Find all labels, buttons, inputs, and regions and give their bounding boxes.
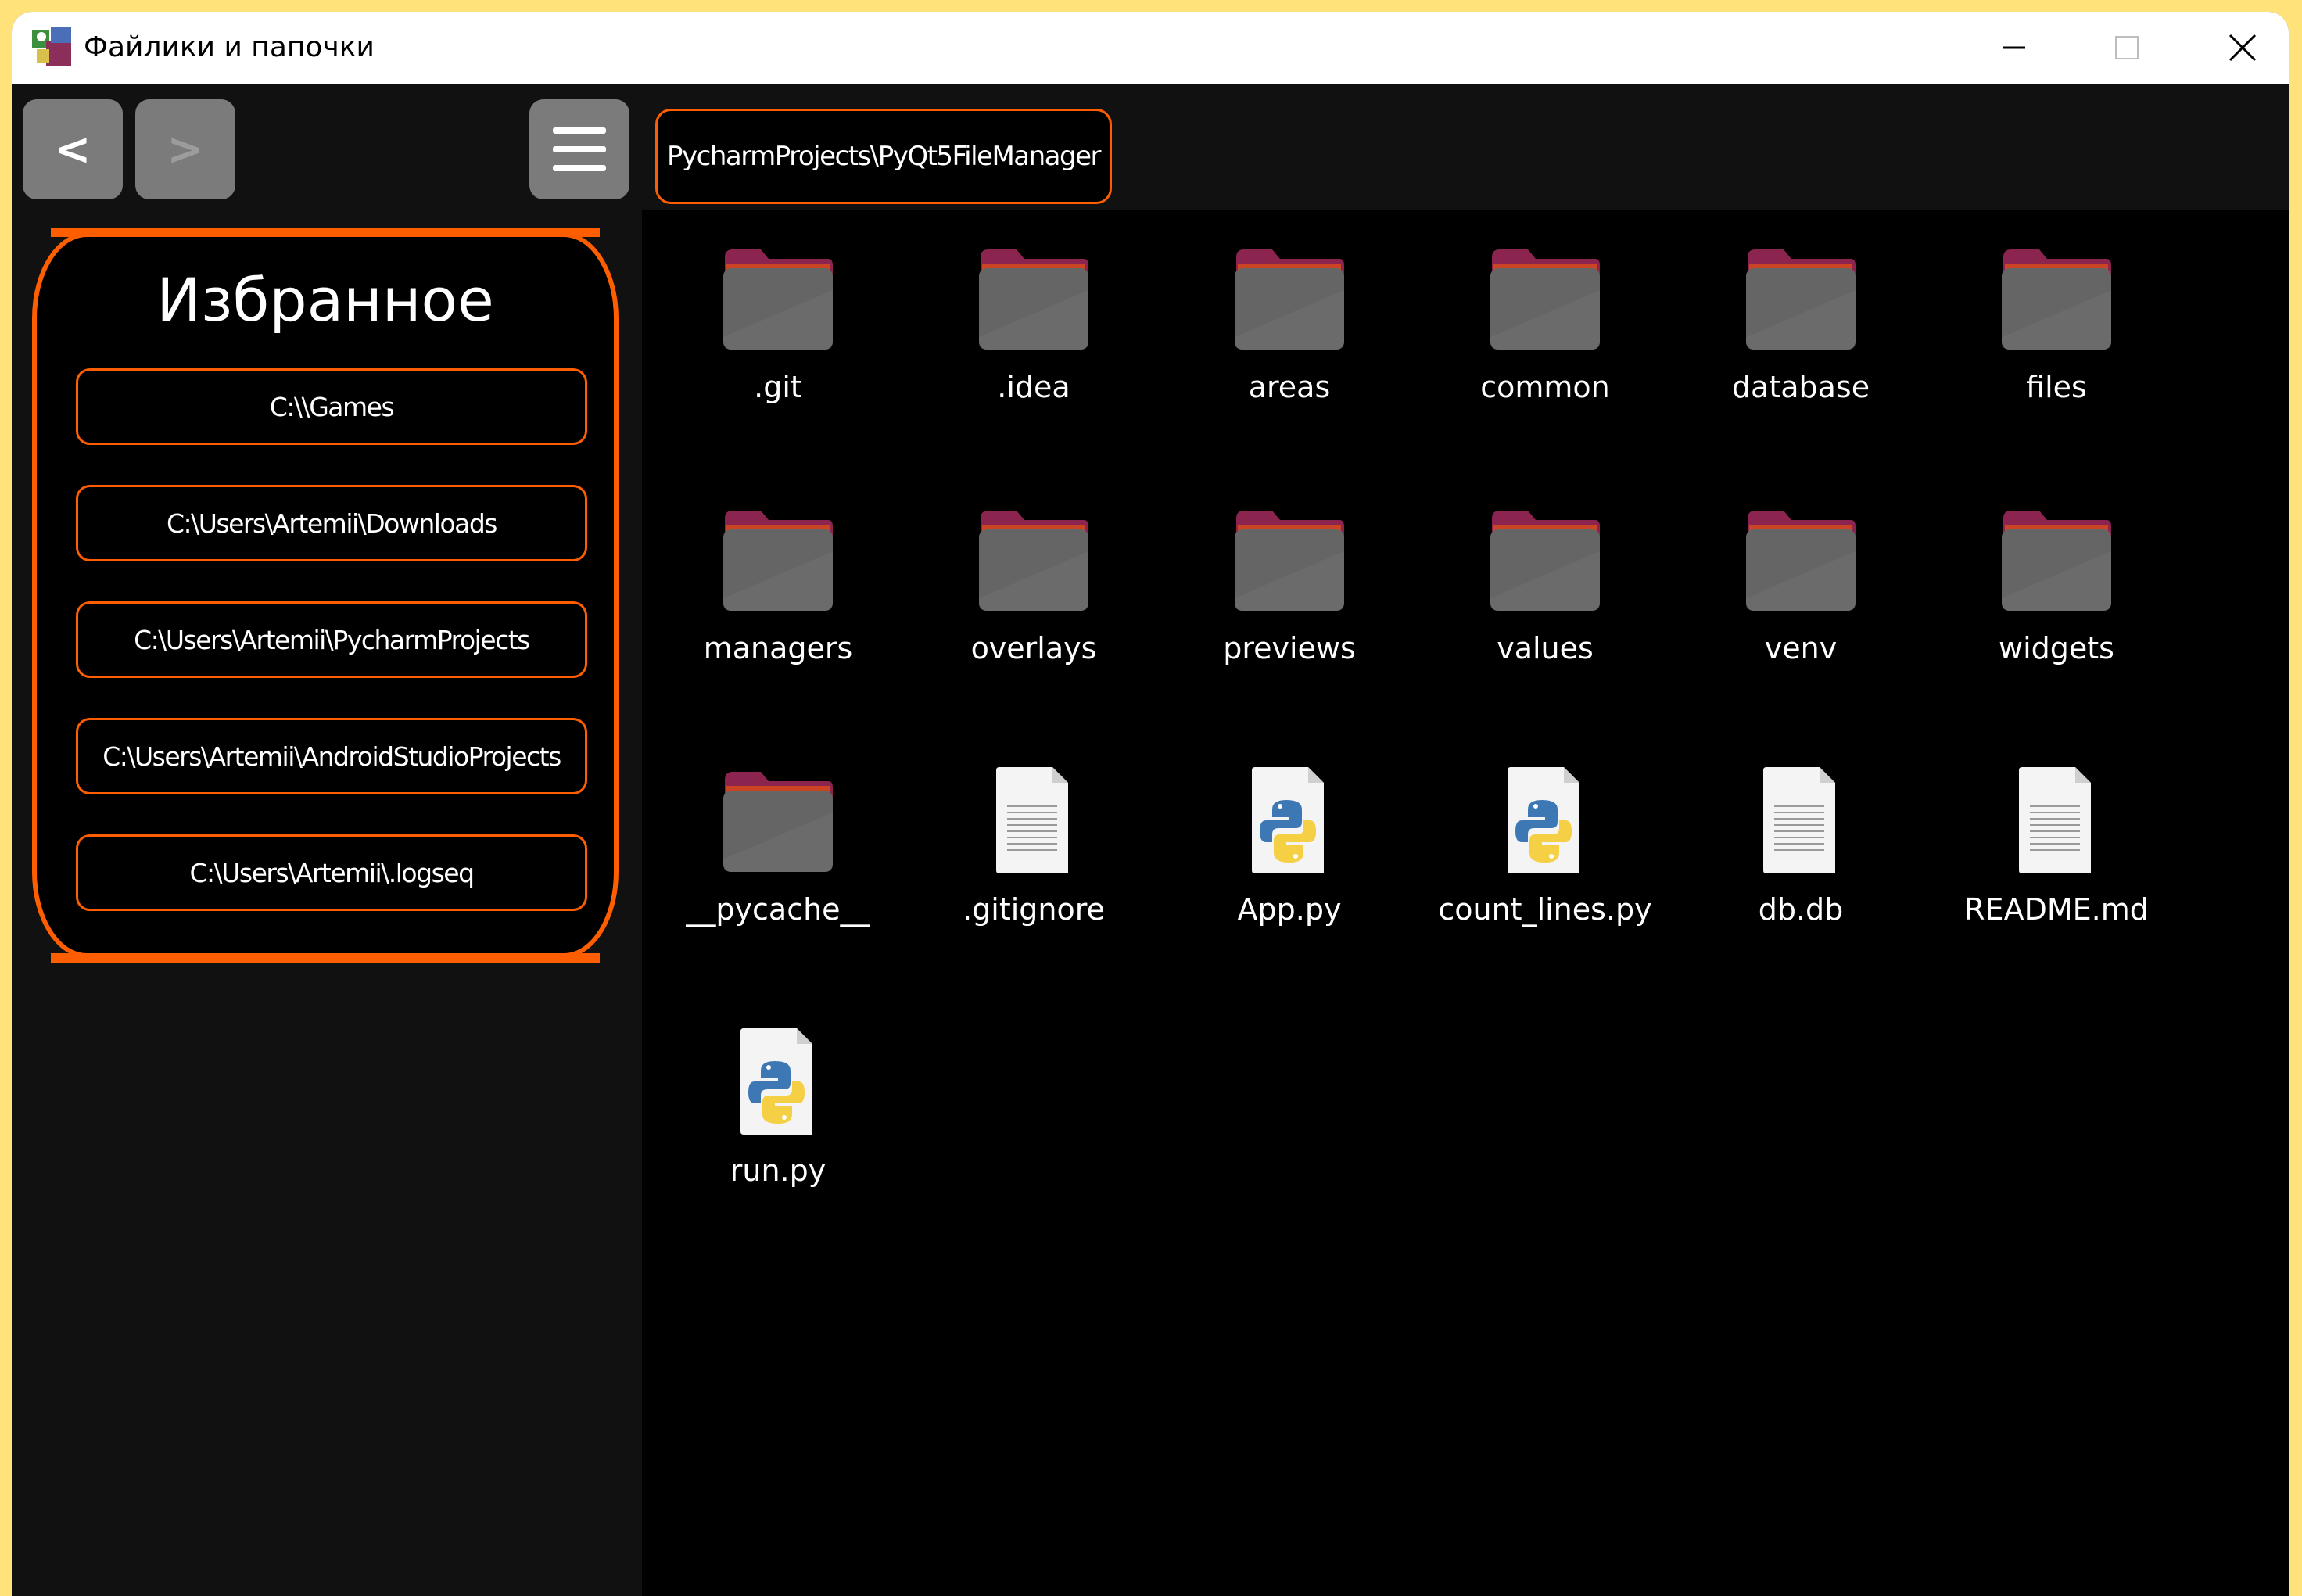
file-name-label: values: [1497, 631, 1594, 665]
file-name-label: managers: [703, 631, 853, 665]
text-file-icon: [1999, 766, 2114, 875]
folder-icon: [976, 243, 1092, 353]
folder-icon: [1232, 504, 1347, 614]
folder-icon: [720, 504, 836, 614]
folder-item[interactable]: .idea: [924, 234, 1143, 468]
file-name-label: App.py: [1237, 892, 1342, 927]
file-name-label: widgets: [1999, 631, 2114, 665]
file-name-label: areas: [1248, 370, 1331, 404]
file-name-label: common: [1480, 370, 1610, 404]
toolbar: < > PycharmProjects\PyQt5FileManager: [12, 84, 2289, 210]
file-name-label: count_lines.py: [1438, 892, 1652, 927]
folder-item[interactable]: database: [1691, 234, 1910, 468]
file-name-label: database: [1731, 370, 1870, 404]
file-name-label: db.db: [1758, 892, 1844, 927]
file-name-label: __pycache__: [686, 892, 870, 927]
folder-item[interactable]: venv: [1691, 495, 1910, 730]
python-file-icon: [1232, 766, 1347, 875]
file-name-label: venv: [1764, 631, 1838, 665]
close-button[interactable]: [2184, 12, 2289, 84]
file-item[interactable]: db.db: [1691, 756, 1910, 991]
file-name-label: overlays: [970, 631, 1097, 665]
folder-icon: [720, 243, 836, 353]
file-name-label: README.md: [1964, 892, 2149, 927]
file-item[interactable]: App.py: [1180, 756, 1399, 991]
file-name-label: .idea: [997, 370, 1070, 404]
app-window: Файлики и папочки < > PycharmProjects\Py…: [12, 12, 2289, 1596]
file-item[interactable]: count_lines.py: [1436, 756, 1655, 991]
back-button[interactable]: <: [23, 99, 123, 199]
python-file-icon: [1487, 766, 1603, 875]
path-breadcrumb[interactable]: PycharmProjects\PyQt5FileManager: [655, 109, 1112, 204]
file-grid: .git .idea areas common database files manager…: [642, 210, 2289, 1596]
file-item[interactable]: README.md: [1947, 756, 2166, 991]
favorites-title: Избранное: [156, 265, 494, 335]
text-file-icon: [976, 766, 1092, 875]
folder-icon: [976, 504, 1092, 614]
folder-item[interactable]: areas: [1180, 234, 1399, 468]
file-name-label: files: [2026, 370, 2087, 404]
folder-icon: [1743, 504, 1859, 614]
file-item[interactable]: run.py: [669, 1017, 887, 1252]
favorite-item[interactable]: C:\\Games: [76, 368, 587, 445]
favorite-item[interactable]: C:\Users\Artemii\Downloads: [76, 485, 587, 561]
folder-item[interactable]: values: [1436, 495, 1655, 730]
file-name-label: .gitignore: [963, 892, 1105, 927]
window-title: Файлики и папочки: [84, 31, 375, 63]
folder-item[interactable]: .git: [669, 234, 887, 468]
maximize-icon: [2115, 36, 2139, 59]
text-file-icon: [1743, 766, 1859, 875]
folder-item[interactable]: managers: [669, 495, 887, 730]
folder-item[interactable]: __pycache__: [669, 756, 887, 991]
app-icon: [32, 27, 71, 66]
folder-icon: [1487, 243, 1603, 353]
menu-button[interactable]: [529, 99, 629, 199]
folder-item[interactable]: widgets: [1947, 495, 2166, 730]
title-bar[interactable]: Файлики и папочки: [12, 12, 2289, 84]
folder-item[interactable]: previews: [1180, 495, 1399, 730]
folder-icon: [1743, 243, 1859, 353]
minimize-button[interactable]: [1956, 12, 2073, 84]
folder-item[interactable]: files: [1947, 234, 2166, 468]
favorite-item[interactable]: C:\Users\Artemii\AndroidStudioProjects: [76, 718, 587, 794]
file-name-label: .git: [754, 370, 802, 404]
folder-icon: [1232, 243, 1347, 353]
minimize-icon: [2003, 46, 2025, 49]
sidebar: Избранное C:\\Games C:\Users\Artemii\Dow…: [12, 210, 642, 1596]
folder-icon: [720, 766, 836, 875]
file-name-label: run.py: [730, 1153, 826, 1188]
favorites-panel: Избранное C:\\Games C:\Users\Artemii\Dow…: [32, 228, 619, 963]
file-item[interactable]: .gitignore: [924, 756, 1143, 991]
folder-item[interactable]: common: [1436, 234, 1655, 468]
forward-button[interactable]: >: [135, 99, 235, 199]
folder-icon: [1999, 504, 2114, 614]
file-name-label: previews: [1223, 631, 1356, 665]
favorite-item[interactable]: C:\Users\Artemii\.logseq: [76, 834, 587, 911]
maximize-button[interactable]: [2068, 12, 2185, 84]
folder-icon: [1999, 243, 2114, 353]
folder-icon: [1487, 504, 1603, 614]
folder-item[interactable]: overlays: [924, 495, 1143, 730]
python-file-icon: [720, 1027, 836, 1136]
favorite-item[interactable]: C:\Users\Artemii\PycharmProjects: [76, 601, 587, 678]
close-icon: [2228, 34, 2257, 62]
hamburger-menu-icon: [553, 127, 606, 171]
